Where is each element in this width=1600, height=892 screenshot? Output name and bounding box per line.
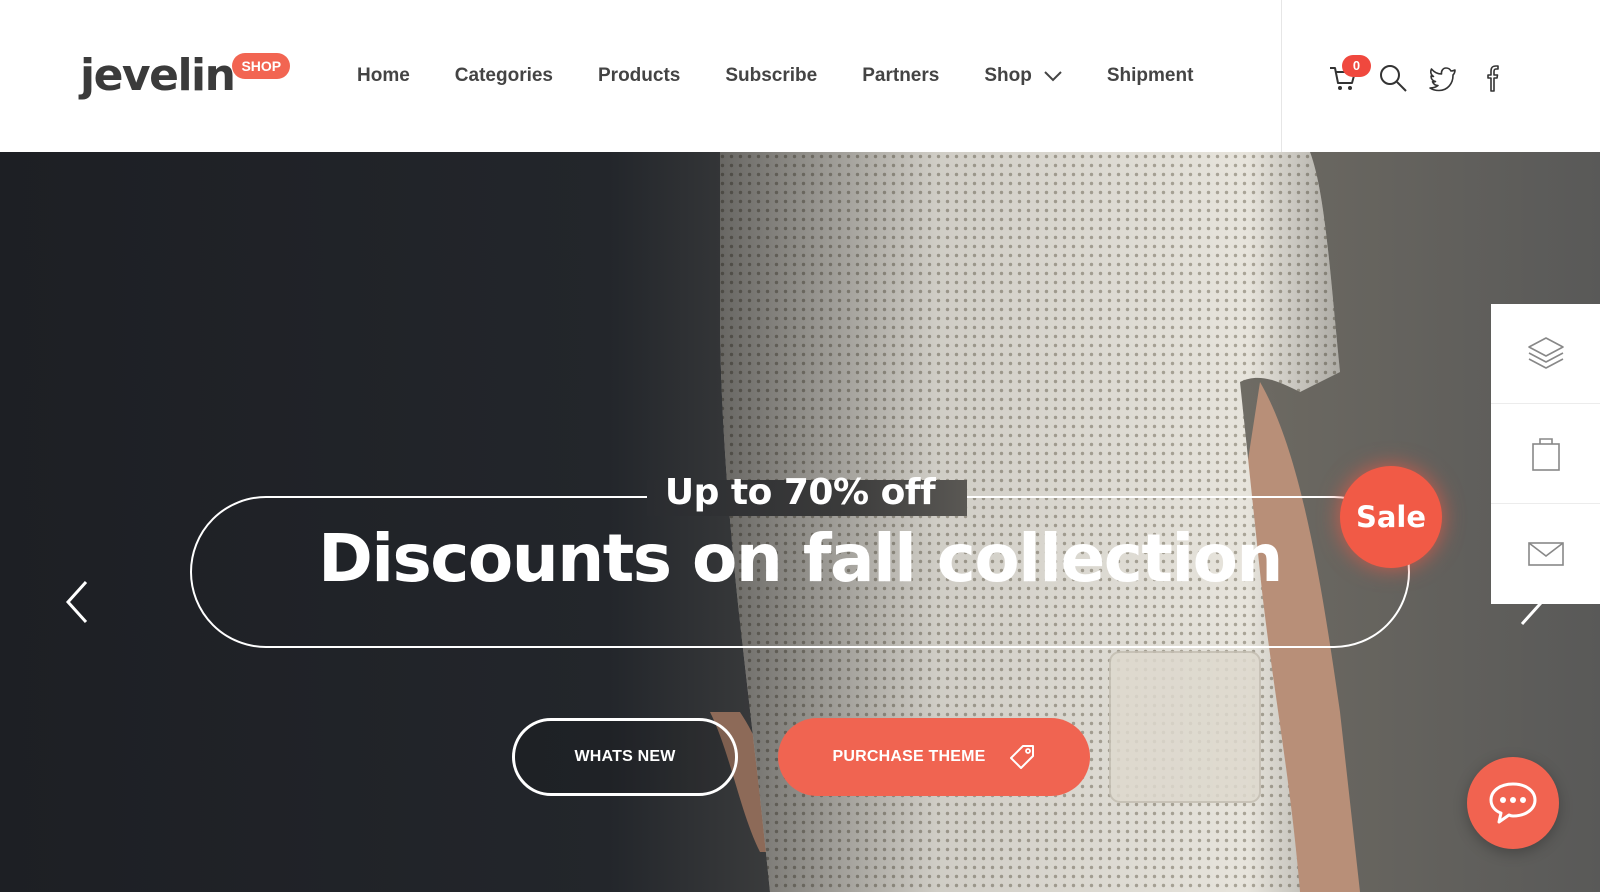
whats-new-button[interactable]: WHATS NEW: [512, 718, 738, 796]
nav-item-home[interactable]: Home: [357, 65, 410, 87]
cart-button[interactable]: 0: [1326, 55, 1371, 95]
side-item-bag[interactable]: [1491, 404, 1600, 504]
cart-count-badge: 0: [1342, 55, 1371, 77]
twitter-icon: [1429, 67, 1456, 92]
shopping-bag-icon: [1531, 437, 1560, 471]
mail-icon: [1527, 542, 1564, 566]
nav-item-shop[interactable]: Shop: [984, 65, 1062, 87]
whats-new-label: WHATS NEW: [574, 748, 676, 765]
nav-item-products[interactable]: Products: [598, 65, 680, 87]
twitter-link[interactable]: [1426, 61, 1460, 95]
sale-badge: Sale: [1340, 466, 1442, 568]
site-header: jevelin SHOP Home Categories Products Su…: [0, 0, 1600, 152]
purchase-theme-label: PURCHASE THEME: [832, 748, 986, 765]
header-icons: 0: [1326, 54, 1510, 102]
layers-icon: [1527, 336, 1564, 369]
nav-item-subscribe[interactable]: Subscribe: [725, 65, 817, 87]
price-tag-icon: [1009, 745, 1034, 769]
nav-item-shop-label: Shop: [984, 65, 1032, 86]
search-icon: [1380, 65, 1407, 92]
facebook-link[interactable]: [1476, 61, 1510, 95]
purchase-theme-button[interactable]: PURCHASE THEME: [778, 718, 1090, 796]
main-nav: Home Categories Products Subscribe Partn…: [357, 60, 1193, 92]
side-panel: [1491, 304, 1600, 604]
logo[interactable]: jevelin SHOP: [80, 48, 291, 104]
side-item-layers[interactable]: [1491, 304, 1600, 404]
header-divider: [1281, 0, 1282, 152]
chat-button[interactable]: [1467, 757, 1559, 849]
search-button[interactable]: [1376, 61, 1410, 95]
chevron-down-icon: [1044, 70, 1062, 81]
logo-text: jevelin: [80, 50, 236, 101]
nav-item-shipment[interactable]: Shipment: [1107, 65, 1194, 87]
slider-prev-icon[interactable]: [64, 580, 90, 624]
nav-item-categories[interactable]: Categories: [455, 65, 553, 87]
hero-headline: Discounts on fall collection: [318, 520, 1283, 597]
nav-item-partners[interactable]: Partners: [862, 65, 939, 87]
chat-bubble-icon: [1489, 782, 1537, 824]
hero-slider: Up to 70% off Discounts on fall collecti…: [0, 152, 1600, 892]
side-item-mail[interactable]: [1491, 504, 1600, 604]
hero-subtitle: Up to 70% off: [664, 472, 936, 513]
facebook-icon: [1487, 65, 1499, 92]
logo-badge: SHOP: [232, 53, 291, 79]
